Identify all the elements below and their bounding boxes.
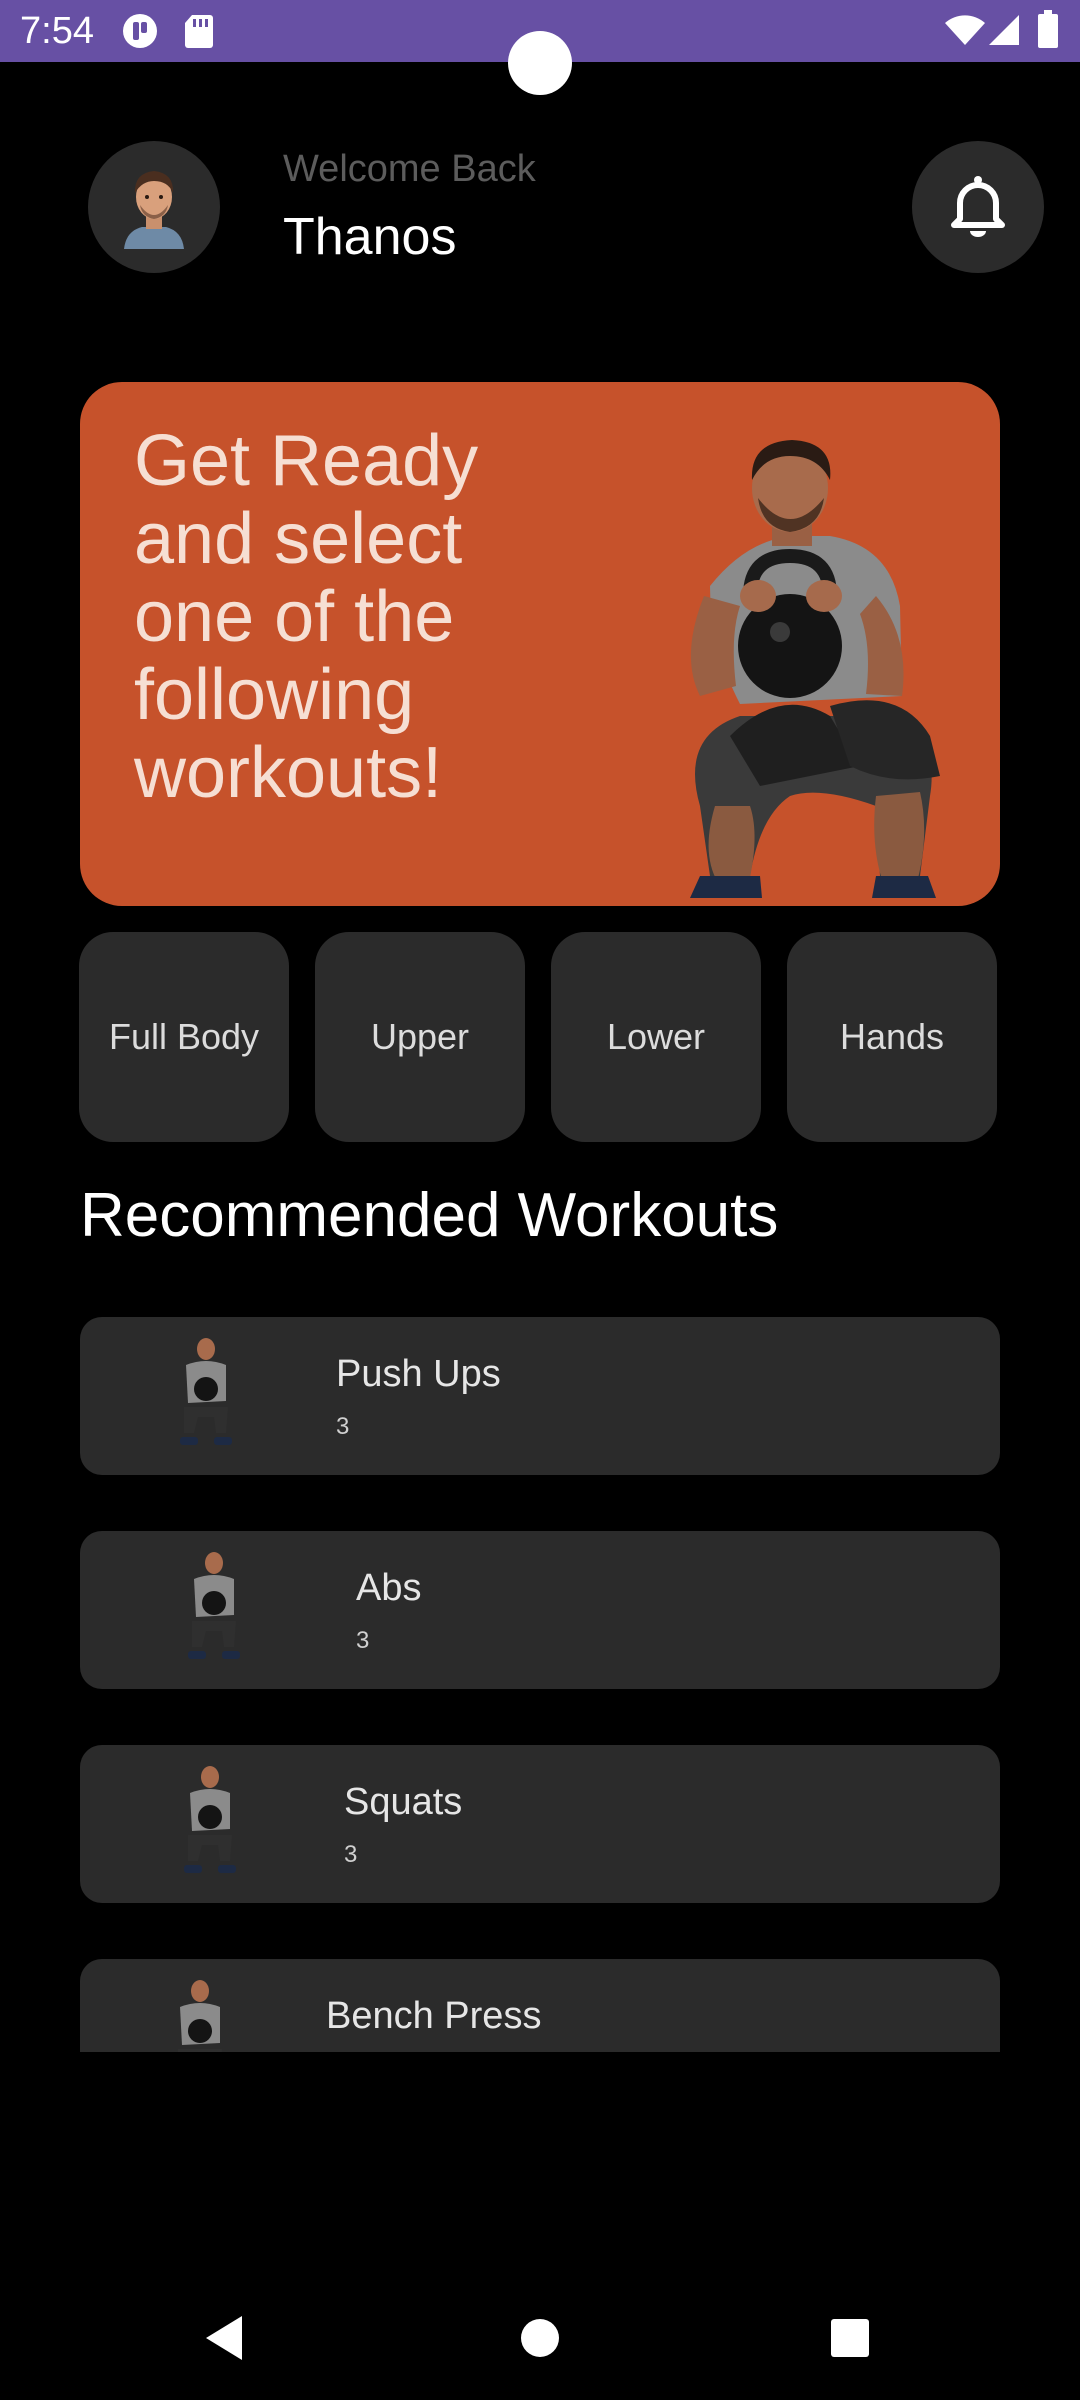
workout-name: Abs: [356, 1567, 422, 1609]
workout-thumbnail: [184, 1766, 236, 1873]
avatar[interactable]: [88, 141, 220, 273]
category-lower[interactable]: Lower: [551, 932, 761, 1142]
camera-cutout: [508, 31, 572, 95]
back-button[interactable]: [204, 2314, 244, 2367]
kettlebell-squat-man-image: [690, 440, 940, 898]
avatar-photo: [124, 171, 184, 249]
home-button[interactable]: [520, 2318, 560, 2363]
category-upper[interactable]: Upper: [315, 932, 525, 1142]
workout-thumbnail: [178, 1980, 222, 2052]
notifications-button[interactable]: [912, 141, 1044, 273]
back-icon: [206, 2316, 242, 2360]
hero-card: Get Ready and select one of the followin…: [80, 382, 1000, 906]
recents-icon: [831, 2319, 869, 2357]
workout-item-squats[interactable]: Squats 3: [80, 1745, 1000, 1903]
welcome-text: Welcome Back: [283, 148, 536, 190]
workout-name: Squats: [344, 1781, 463, 1823]
workout-sets: 3: [356, 1627, 370, 1654]
workout-name: Push Ups: [336, 1353, 501, 1395]
workout-sets: 3: [344, 1841, 358, 1868]
recents-button[interactable]: [830, 2318, 870, 2363]
notification-app-icon: [122, 13, 158, 54]
workout-list[interactable]: Push Ups 3 Abs 3 Squats 3 Bench Press: [0, 1310, 1080, 2052]
home-icon: [521, 2319, 559, 2357]
battery-icon: [1038, 10, 1058, 53]
hero-text: Get Ready and select one of the followin…: [134, 421, 479, 813]
workout-thumbnail: [188, 1552, 240, 1659]
sd-card-icon: [184, 13, 214, 54]
workout-thumbnail: [180, 1338, 232, 1445]
wifi-icon: [944, 14, 986, 51]
workout-item-push-ups[interactable]: Push Ups 3: [80, 1317, 1000, 1475]
workout-sets: 3: [336, 1413, 350, 1440]
navigation-bar: [0, 2280, 1080, 2400]
category-hands[interactable]: Hands: [787, 932, 997, 1142]
category-full-body[interactable]: Full Body: [79, 932, 289, 1142]
user-name: Thanos: [283, 208, 457, 266]
status-time: 7:54: [20, 10, 94, 52]
bell-icon: [951, 176, 1005, 237]
recommended-title: Recommended Workouts: [80, 1181, 779, 1250]
workout-name: Bench Press: [326, 1995, 542, 2037]
signal-icon: [988, 14, 1020, 51]
workout-item-abs[interactable]: Abs 3: [80, 1531, 1000, 1689]
workout-item-bench-press[interactable]: Bench Press 3: [80, 1959, 1000, 2052]
